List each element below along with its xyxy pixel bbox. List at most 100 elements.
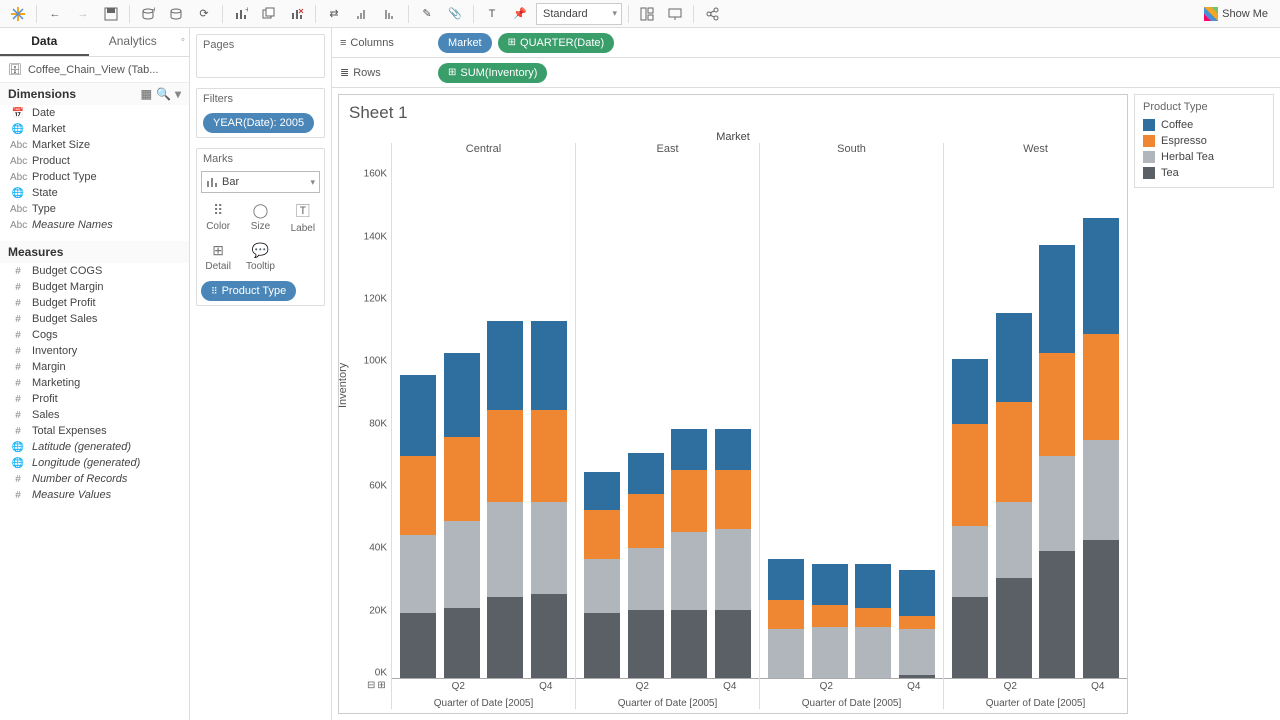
mark-cell-size[interactable]: ◯Size [239,197,281,237]
bar-q1[interactable] [952,359,988,678]
seg-herbal-tea[interactable] [1039,456,1075,551]
seg-coffee[interactable] [628,453,664,494]
bar-q3[interactable] [487,321,523,678]
pages-shelf[interactable] [197,55,324,77]
forward-icon[interactable]: → [71,3,95,25]
rows-shelf[interactable]: ≣Rows ⊞SUM(Inventory) [332,58,1280,88]
seg-tea[interactable] [400,613,436,678]
field-longitude-generated-[interactable]: 🌐Longitude (generated) [0,455,189,471]
field-profit[interactable]: #Profit [0,391,189,407]
color-pill-product-type[interactable]: ⠿ Product Type [201,281,296,301]
tableau-logo-icon[interactable] [6,3,30,25]
bar-q1[interactable] [768,559,804,678]
field-budget-sales[interactable]: #Budget Sales [0,311,189,327]
seg-tea[interactable] [487,597,523,678]
seg-coffee[interactable] [1039,245,1075,353]
seg-espresso[interactable] [996,402,1032,502]
seg-tea[interactable] [628,610,664,678]
seg-herbal-tea[interactable] [715,529,751,610]
bar-q2[interactable] [628,453,664,678]
field-budget-cogs[interactable]: #Budget COGS [0,263,189,279]
seg-coffee[interactable] [812,564,848,605]
pause-updates-icon[interactable] [164,3,188,25]
seg-herbal-tea[interactable] [444,521,480,608]
seg-espresso[interactable] [1083,334,1119,440]
cards-icon[interactable] [635,3,659,25]
seg-coffee[interactable] [671,429,707,470]
seg-tea[interactable] [584,613,620,678]
field-product-type[interactable]: AbcProduct Type [0,169,189,185]
seg-coffee[interactable] [996,313,1032,402]
seg-espresso[interactable] [899,616,935,630]
presentation-icon[interactable] [663,3,687,25]
show-me-button[interactable]: Show Me [1198,7,1274,21]
seg-tea[interactable] [1083,540,1119,678]
seg-espresso[interactable] [531,410,567,502]
seg-tea[interactable] [1039,551,1075,678]
seg-herbal-tea[interactable] [996,502,1032,578]
sheet-title[interactable]: Sheet 1 [339,95,1127,131]
pin-icon[interactable]: 📌 [508,3,532,25]
seg-herbal-tea[interactable] [531,502,567,594]
fit-select[interactable]: Standard [536,3,622,25]
seg-espresso[interactable] [487,410,523,502]
seg-espresso[interactable] [584,510,620,559]
pill-quarter-date-[interactable]: ⊞QUARTER(Date) [498,33,615,53]
tab-analytics[interactable]: Analytics [89,28,178,56]
seg-espresso[interactable] [768,600,804,630]
legend-item-herbal-tea[interactable]: Herbal Tea [1143,149,1265,165]
seg-coffee[interactable] [1083,218,1119,334]
seg-herbal-tea[interactable] [628,548,664,610]
seg-herbal-tea[interactable] [899,629,935,675]
seg-tea[interactable] [996,578,1032,678]
highlight-icon[interactable]: ✎ [415,3,439,25]
back-icon[interactable]: ← [43,3,67,25]
sort-desc-icon[interactable] [378,3,402,25]
bar-q2[interactable] [812,564,848,678]
bar-q4[interactable] [531,321,567,678]
expand-collapse[interactable]: ⊟⊞ [367,680,386,691]
marks-color-shelf[interactable]: ⠿ Product Type [197,277,324,305]
seg-espresso[interactable] [400,456,436,534]
seg-coffee[interactable] [444,353,480,437]
filter-pill-year[interactable]: YEAR(Date): 2005 [203,113,314,133]
field-latitude-generated-[interactable]: 🌐Latitude (generated) [0,439,189,455]
view-grid-icon[interactable]: ▦ [141,87,152,101]
bar-q1[interactable] [584,472,620,678]
seg-herbal-tea[interactable] [952,526,988,596]
field-margin[interactable]: #Margin [0,359,189,375]
seg-herbal-tea[interactable] [855,627,891,678]
seg-espresso[interactable] [812,605,848,627]
field-cogs[interactable]: #Cogs [0,327,189,343]
field-budget-profit[interactable]: #Budget Profit [0,295,189,311]
tab-data[interactable]: Data [0,28,89,56]
clear-icon[interactable] [285,3,309,25]
filters-shelf[interactable]: YEAR(Date): 2005 [197,109,324,137]
bar-q3[interactable] [1039,245,1075,678]
legend-item-tea[interactable]: Tea [1143,165,1265,181]
pill-sum-inventory-[interactable]: ⊞SUM(Inventory) [438,63,547,83]
bar-q2[interactable] [444,353,480,678]
dimensions-menu-icon[interactable]: ▾ [175,87,181,101]
seg-coffee[interactable] [400,375,436,456]
field-budget-margin[interactable]: #Budget Margin [0,279,189,295]
refresh-icon[interactable]: ⟳ [192,3,216,25]
seg-coffee[interactable] [899,570,935,616]
seg-herbal-tea[interactable] [400,535,436,613]
new-worksheet-icon[interactable]: + [229,3,253,25]
seg-espresso[interactable] [628,494,664,548]
seg-coffee[interactable] [952,359,988,424]
seg-coffee[interactable] [487,321,523,410]
mark-cell-label[interactable]: 🅃Label [282,197,324,237]
field-market-size[interactable]: AbcMarket Size [0,137,189,153]
bars-area[interactable] [760,161,943,679]
seg-herbal-tea[interactable] [768,629,804,678]
seg-espresso[interactable] [715,470,751,530]
field-product[interactable]: AbcProduct [0,153,189,169]
mark-cell-color[interactable]: ⠿Color [197,197,239,237]
field-marketing[interactable]: #Marketing [0,375,189,391]
seg-tea[interactable] [952,597,988,678]
bar-q4[interactable] [899,570,935,678]
field-measure-names[interactable]: AbcMeasure Names [0,217,189,233]
seg-coffee[interactable] [531,321,567,410]
